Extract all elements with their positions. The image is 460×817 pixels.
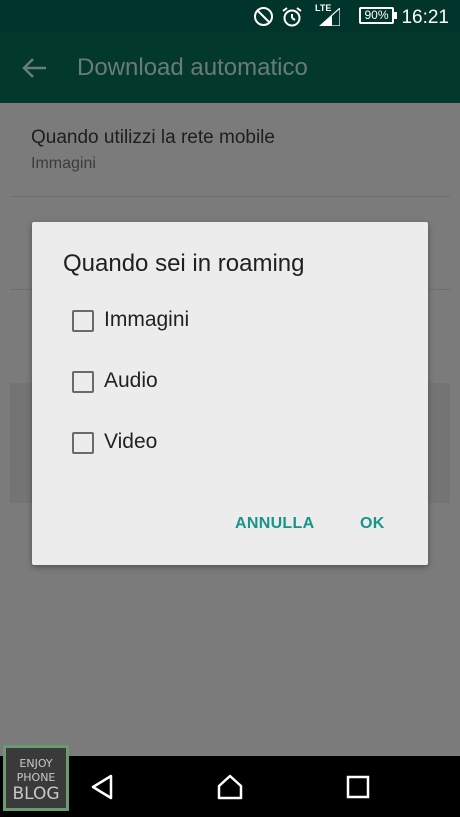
option-images[interactable]: Immagini — [70, 300, 410, 344]
battery-icon: 90% — [359, 7, 397, 24]
alarm-icon — [282, 7, 302, 27]
checkbox-video[interactable] — [72, 432, 94, 454]
setting-title: Quando utilizzi la rete mobile — [31, 127, 275, 148]
signal-icon — [319, 8, 340, 26]
checkbox-images[interactable] — [72, 310, 94, 332]
checkbox-audio[interactable] — [72, 371, 94, 393]
ok-button[interactable]: OK — [360, 515, 385, 533]
roaming-dialog: Quando sei in roaming Immagini Audio Vid… — [32, 222, 428, 565]
option-video[interactable]: Video — [70, 422, 410, 466]
battery-percent: 90% — [364, 8, 389, 22]
option-label: Audio — [104, 369, 158, 392]
setting-item-mobile-network[interactable]: Quando utilizzi la rete mobile Immagini — [0, 103, 460, 196]
watermark-line: BLOG — [12, 784, 60, 804]
arrow-left-icon[interactable] — [20, 53, 50, 83]
option-audio[interactable]: Audio — [70, 361, 410, 405]
cancel-button[interactable]: ANNULLA — [235, 515, 314, 533]
setting-summary: Immagini — [31, 155, 96, 172]
option-label: Video — [104, 430, 158, 453]
option-label: Immagini — [104, 308, 190, 331]
watermark-line: PHONE — [16, 771, 56, 784]
clock: 16:21 — [401, 7, 449, 28]
watermark-line: ENJOY — [19, 757, 53, 770]
do-not-disturb-icon — [254, 7, 273, 26]
watermark-logo: ENJOY PHONE BLOG — [0, 727, 90, 817]
app-toolbar: Download automatico — [0, 33, 460, 103]
dialog-title: Quando sei in roaming — [63, 250, 305, 277]
status-bar: LTE 90% 16:21 — [0, 0, 460, 33]
home-icon[interactable] — [216, 773, 244, 801]
page-title: Download automatico — [77, 54, 308, 81]
recents-icon[interactable] — [346, 775, 370, 799]
back-triangle-icon[interactable] — [90, 774, 114, 800]
